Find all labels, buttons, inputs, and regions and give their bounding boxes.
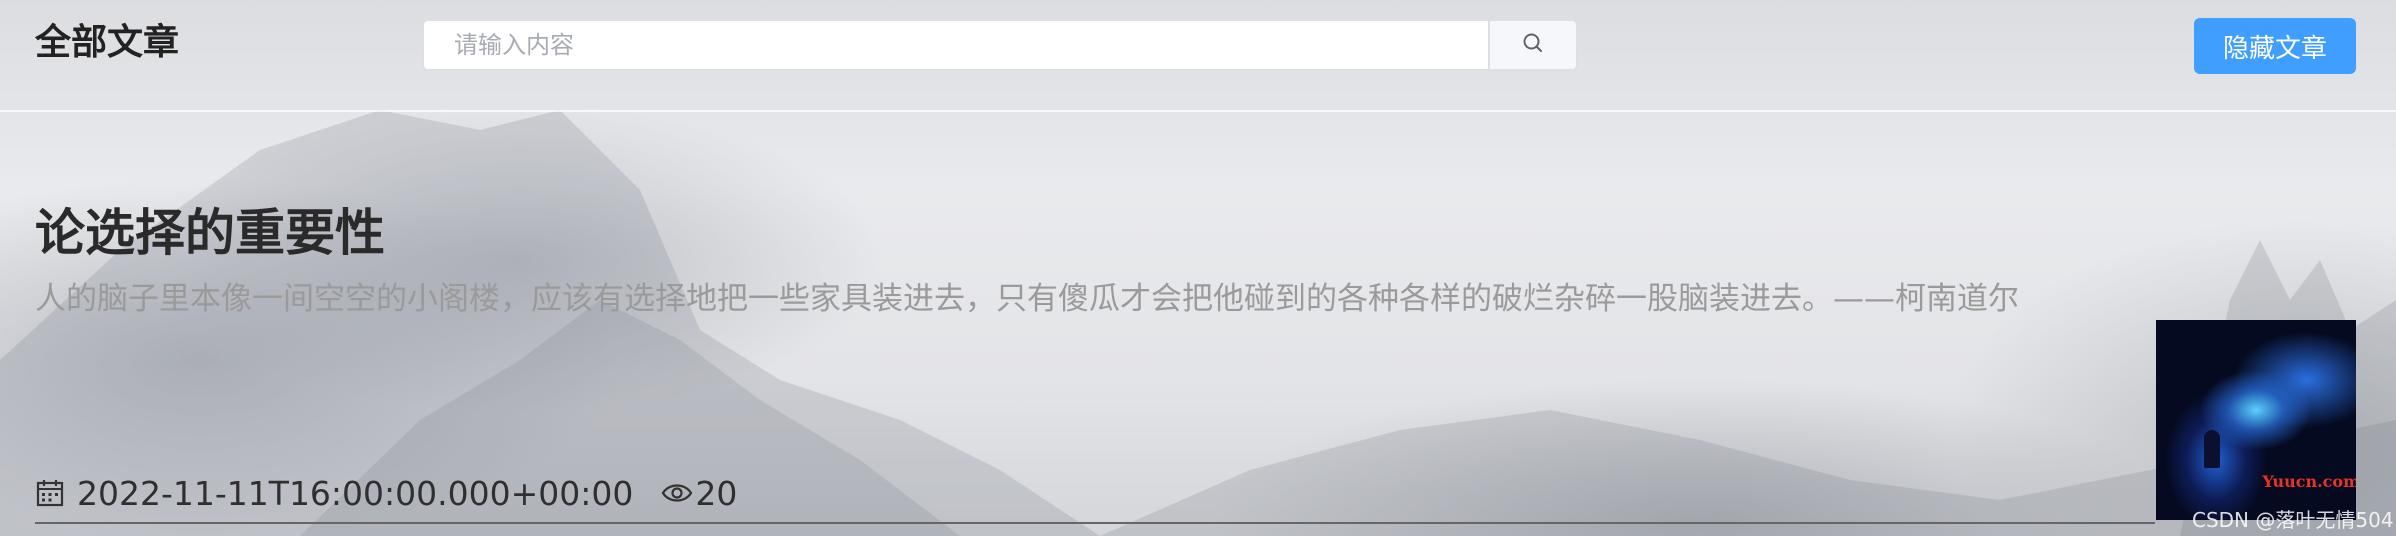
top-header: 全部文章 隐藏文章 (0, 0, 2396, 112)
search-input[interactable] (422, 19, 1489, 71)
article-summary: 人的脑子里本像一间空空的小阁楼，应该有选择地把一些家具装进去，只有傻瓜才会把他碰… (35, 281, 2019, 317)
article-card[interactable]: 论选择的重要性 人的脑子里本像一间空空的小阁楼，应该有选择地把一些家具装进去，只… (35, 110, 2185, 536)
csdn-watermark: CSDN @落叶无情504 (2192, 508, 2394, 532)
thumbnail-figure (2204, 430, 2220, 468)
article-divider (35, 522, 2155, 524)
search-box (422, 19, 1578, 71)
article-title[interactable]: 论选择的重要性 (35, 198, 385, 268)
thumbnail-site-mark: Yuucn.com (2262, 472, 2356, 491)
search-button[interactable] (1488, 19, 1578, 71)
hide-articles-button[interactable]: 隐藏文章 (2194, 18, 2356, 74)
page-title: 全部文章 (35, 22, 180, 63)
article-thumbnail[interactable]: Yuucn.com (2156, 320, 2356, 520)
search-icon (1521, 31, 1545, 59)
article-date: 2022-11-11T16:00:00.000+00:00 (77, 473, 634, 513)
article-views: 20 (695, 473, 738, 513)
calendar-icon (35, 478, 65, 508)
eye-icon (661, 480, 693, 506)
article-meta: 2022-11-11T16:00:00.000+00:00 20 (35, 468, 737, 518)
